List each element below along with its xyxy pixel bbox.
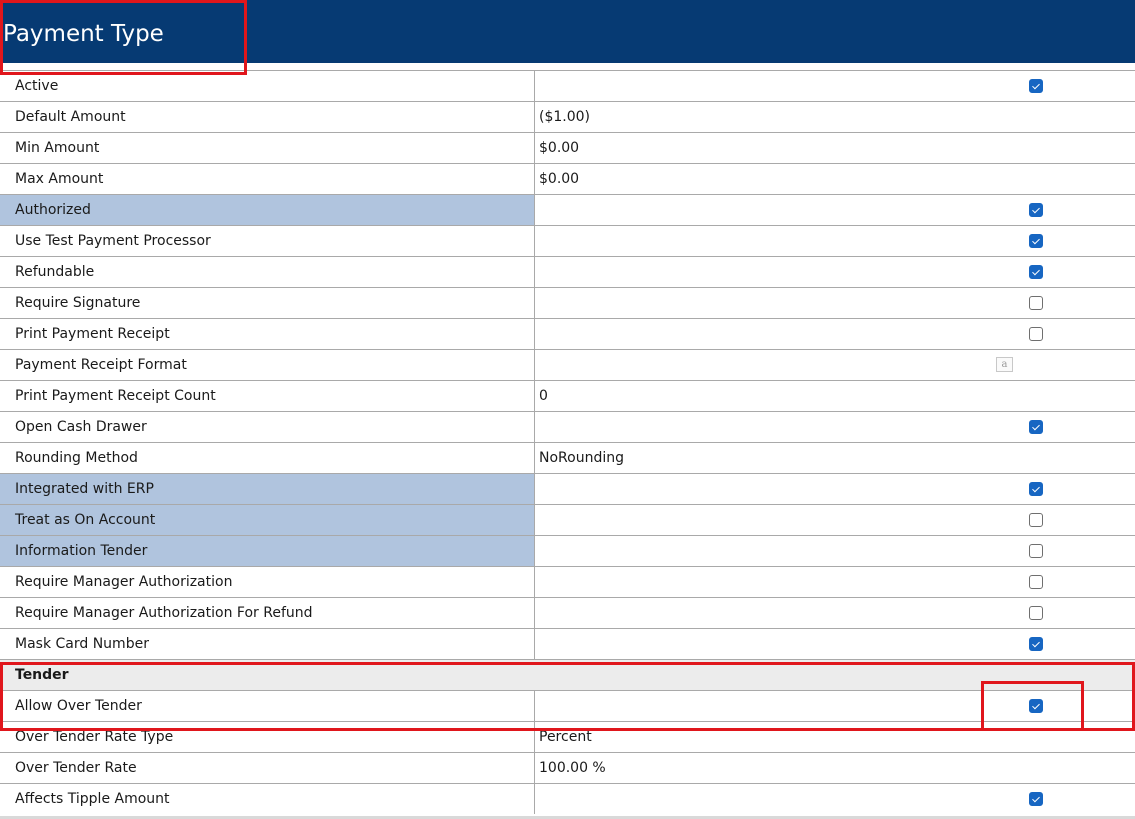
property-label: Over Tender Rate Type <box>0 722 535 752</box>
property-row-payment-receipt-format[interactable]: Payment Receipt Format a <box>0 350 1135 381</box>
property-row-information-tender[interactable]: Information Tender <box>0 536 1135 567</box>
property-row-max-amount[interactable]: Max Amount $0.00 <box>0 164 1135 195</box>
checkbox-unchecked[interactable] <box>1029 575 1043 589</box>
section-header-tender: Tender <box>0 660 1135 691</box>
property-label: Print Payment Receipt <box>0 319 535 349</box>
checkbox-checked[interactable] <box>1029 234 1043 248</box>
property-label: Allow Over Tender <box>0 691 535 721</box>
property-value[interactable]: 100.00 % <box>539 753 606 783</box>
checkbox-checked[interactable] <box>1029 482 1043 496</box>
property-value[interactable]: NoRounding <box>539 443 624 473</box>
property-label: Max Amount <box>0 164 535 194</box>
property-label: Default Amount <box>0 102 535 132</box>
property-rows: Active Default Amount ($1.00) Min Amount $0.… <box>0 71 1135 660</box>
property-label: Require Manager Authorization For Refund <box>0 598 535 628</box>
section-label: Tender <box>15 667 69 683</box>
property-row-refundable[interactable]: Refundable <box>0 257 1135 288</box>
property-row-affects-tipple-amount[interactable]: Affects Tipple Amount <box>0 784 1135 814</box>
checkbox-checked[interactable] <box>1029 203 1043 217</box>
checkbox-unchecked[interactable] <box>1029 544 1043 558</box>
property-row-require-manager-authorization[interactable]: Require Manager Authorization <box>0 567 1135 598</box>
property-label: Authorized <box>0 195 535 225</box>
property-row-rounding-method[interactable]: Rounding Method NoRounding <box>0 443 1135 474</box>
checkbox-checked[interactable] <box>1029 420 1043 434</box>
property-label: Open Cash Drawer <box>0 412 535 442</box>
property-row-require-signature[interactable]: Require Signature <box>0 288 1135 319</box>
checkbox-checked[interactable] <box>1029 79 1043 93</box>
property-label: Active <box>0 71 535 101</box>
checkbox-checked[interactable] <box>1029 792 1043 806</box>
property-value[interactable]: ($1.00) <box>539 102 590 132</box>
tender-property-rows: Allow Over Tender Over Tender Rate Type Pe… <box>0 691 1135 814</box>
property-label: Over Tender Rate <box>0 753 535 783</box>
property-label: Rounding Method <box>0 443 535 473</box>
checkbox-checked[interactable] <box>1029 699 1043 713</box>
property-value[interactable]: Percent <box>539 722 592 752</box>
checkbox-unchecked[interactable] <box>1029 513 1043 527</box>
property-row-print-payment-receipt-count[interactable]: Print Payment Receipt Count 0 <box>0 381 1135 412</box>
property-label: Mask Card Number <box>0 629 535 659</box>
property-row-open-cash-drawer[interactable]: Open Cash Drawer <box>0 412 1135 443</box>
property-value[interactable]: 0 <box>539 381 548 411</box>
property-row-integrated-with-erp[interactable]: Integrated with ERP <box>0 474 1135 505</box>
property-value[interactable]: $0.00 <box>539 164 579 194</box>
property-value[interactable]: $0.00 <box>539 133 579 163</box>
property-row-active[interactable]: Active <box>0 71 1135 102</box>
property-row-print-payment-receipt[interactable]: Print Payment Receipt <box>0 319 1135 350</box>
property-row-treat-as-on-account[interactable]: Treat as On Account <box>0 505 1135 536</box>
property-row-use-test-payment-processor[interactable]: Use Test Payment Processor <box>0 226 1135 257</box>
property-row-allow-over-tender[interactable]: Allow Over Tender <box>0 691 1135 722</box>
property-label: Use Test Payment Processor <box>0 226 535 256</box>
checkbox-checked[interactable] <box>1029 265 1043 279</box>
property-row-over-tender-rate-type[interactable]: Over Tender Rate Type Percent <box>0 722 1135 753</box>
checkbox-checked[interactable] <box>1029 637 1043 651</box>
checkbox-unchecked[interactable] <box>1029 296 1043 310</box>
property-row-min-amount[interactable]: Min Amount $0.00 <box>0 133 1135 164</box>
format-string-icon[interactable]: a <box>996 357 1013 372</box>
page-header: Payment Type <box>0 0 1135 63</box>
property-row-require-manager-authorization-for-refund[interactable]: Require Manager Authorization For Refund <box>0 598 1135 629</box>
property-label: Payment Receipt Format <box>0 350 535 380</box>
page-title: Payment Type <box>3 21 164 47</box>
property-label: Integrated with ERP <box>0 474 535 504</box>
property-row-mask-card-number[interactable]: Mask Card Number <box>0 629 1135 660</box>
property-label: Affects Tipple Amount <box>0 784 535 814</box>
checkbox-unchecked[interactable] <box>1029 327 1043 341</box>
property-label: Require Manager Authorization <box>0 567 535 597</box>
property-row-authorized[interactable]: Authorized <box>0 195 1135 226</box>
property-label: Refundable <box>0 257 535 287</box>
property-grid: Active Default Amount ($1.00) Min Amount $0.… <box>0 70 1135 814</box>
property-label: Information Tender <box>0 536 535 566</box>
property-label: Require Signature <box>0 288 535 318</box>
property-label: Print Payment Receipt Count <box>0 381 535 411</box>
property-row-over-tender-rate[interactable]: Over Tender Rate 100.00 % <box>0 753 1135 784</box>
checkbox-unchecked[interactable] <box>1029 606 1043 620</box>
property-label: Treat as On Account <box>0 505 535 535</box>
property-row-default-amount[interactable]: Default Amount ($1.00) <box>0 102 1135 133</box>
property-label: Min Amount <box>0 133 535 163</box>
